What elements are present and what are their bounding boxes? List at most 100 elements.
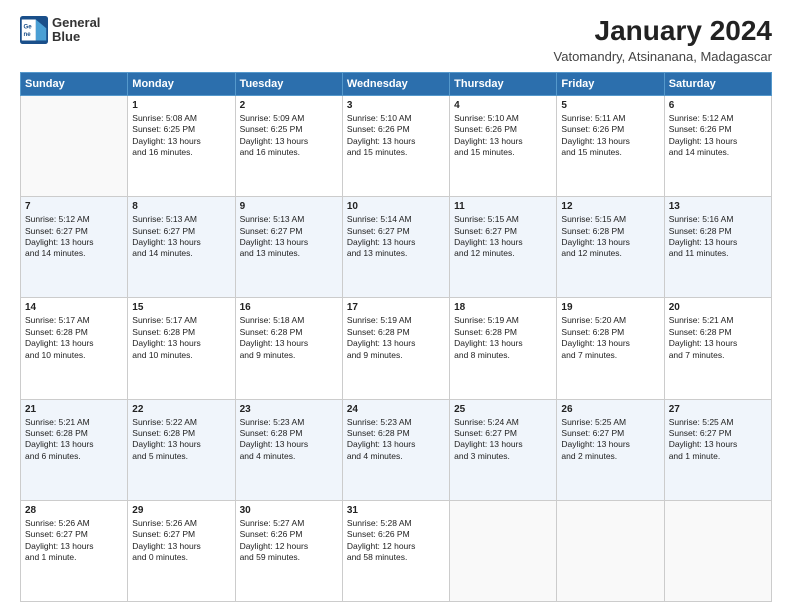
- calendar-cell: 29 Sunrise: 5:26 AM Sunset: 6:27 PM Dayli…: [128, 500, 235, 601]
- calendar-cell: 18 Sunrise: 5:19 AM Sunset: 6:28 PM Dayli…: [450, 298, 557, 399]
- day-info: Sunrise: 5:17 AM Sunset: 6:28 PM Dayligh…: [132, 315, 230, 361]
- day-number: 20: [669, 302, 767, 313]
- week-row-2: 7 Sunrise: 5:12 AM Sunset: 6:27 PM Daylig…: [21, 197, 772, 298]
- header-row: SundayMondayTuesdayWednesdayThursdayFrid…: [21, 72, 772, 95]
- day-info: Sunrise: 5:13 AM Sunset: 6:27 PM Dayligh…: [240, 214, 338, 260]
- calendar-cell: 9Sunrise: 5:13 AM Sunset: 6:27 PM Daylig…: [235, 197, 342, 298]
- day-info: Sunrise: 5:19 AM Sunset: 6:28 PM Dayligh…: [347, 315, 445, 361]
- day-info: Sunrise: 5:14 AM Sunset: 6:27 PM Dayligh…: [347, 214, 445, 260]
- calendar-cell: 16Sunrise: 5:18 AM Sunset: 6:28 PM Dayli…: [235, 298, 342, 399]
- week-row-5: 28 Sunrise: 5:26 AM Sunset: 6:27 PM Dayli…: [21, 500, 772, 601]
- day-number: 1: [132, 100, 230, 111]
- day-number: 25: [454, 404, 552, 415]
- svg-text:Ge: Ge: [24, 24, 33, 31]
- calendar-cell: 25 Sunrise: 5:24 AM Sunset: 6:27 PM Dayli…: [450, 399, 557, 500]
- col-header-monday: Monday: [128, 72, 235, 95]
- calendar-cell: 7 Sunrise: 5:12 AM Sunset: 6:27 PM Daylig…: [21, 197, 128, 298]
- day-info: Sunrise: 5:23 AM Sunset: 6:28 PM Dayligh…: [347, 417, 445, 463]
- day-number: 19: [561, 302, 659, 313]
- day-number: 6: [669, 100, 767, 111]
- page: Ge ne General Blue January 2024 Vatomand…: [0, 0, 792, 612]
- calendar-cell: 11Sunrise: 5:15 AM Sunset: 6:27 PM Dayli…: [450, 197, 557, 298]
- day-number: 30: [240, 505, 338, 516]
- day-number: 13: [669, 201, 767, 212]
- calendar-cell: 14 Sunrise: 5:17 AM Sunset: 6:28 PM Dayli…: [21, 298, 128, 399]
- day-info: Sunrise: 5:12 AM Sunset: 6:26 PM Dayligh…: [669, 113, 767, 159]
- day-info: Sunrise: 5:12 AM Sunset: 6:27 PM Dayligh…: [25, 214, 123, 260]
- calendar-cell: [557, 500, 664, 601]
- day-number: 28: [25, 505, 123, 516]
- day-info: Sunrise: 5:26 AM Sunset: 6:27 PM Dayligh…: [132, 518, 230, 564]
- calendar-cell: 17 Sunrise: 5:19 AM Sunset: 6:28 PM Dayli…: [342, 298, 449, 399]
- day-number: 29: [132, 505, 230, 516]
- day-number: 26: [561, 404, 659, 415]
- title-block: January 2024 Vatomandry, Atsinanana, Mad…: [554, 16, 772, 64]
- day-info: Sunrise: 5:25 AM Sunset: 6:27 PM Dayligh…: [561, 417, 659, 463]
- day-number: 23: [240, 404, 338, 415]
- day-number: 15: [132, 302, 230, 313]
- calendar-cell: 26 Sunrise: 5:25 AM Sunset: 6:27 PM Dayli…: [557, 399, 664, 500]
- header: Ge ne General Blue January 2024 Vatomand…: [20, 16, 772, 64]
- day-number: 18: [454, 302, 552, 313]
- calendar-cell: 13Sunrise: 5:16 AM Sunset: 6:28 PM Dayli…: [664, 197, 771, 298]
- col-header-saturday: Saturday: [664, 72, 771, 95]
- logo-icon: Ge ne: [20, 16, 48, 44]
- calendar-cell: 19 Sunrise: 5:20 AM Sunset: 6:28 PM Dayli…: [557, 298, 664, 399]
- day-number: 12: [561, 201, 659, 212]
- day-number: 11: [454, 201, 552, 212]
- day-info: Sunrise: 5:20 AM Sunset: 6:28 PM Dayligh…: [561, 315, 659, 361]
- calendar-cell: [664, 500, 771, 601]
- day-number: 8: [132, 201, 230, 212]
- logo-text: General Blue: [52, 16, 100, 45]
- day-info: Sunrise: 5:19 AM Sunset: 6:28 PM Dayligh…: [454, 315, 552, 361]
- logo-line1: General: [52, 16, 100, 30]
- calendar-cell: 30 Sunrise: 5:27 AM Sunset: 6:26 PM Dayli…: [235, 500, 342, 601]
- day-number: 24: [347, 404, 445, 415]
- calendar-cell: 6 Sunrise: 5:12 AM Sunset: 6:26 PM Daylig…: [664, 95, 771, 196]
- calendar-cell: 4Sunrise: 5:10 AM Sunset: 6:26 PM Daylig…: [450, 95, 557, 196]
- day-number: 7: [25, 201, 123, 212]
- calendar-cell: 12 Sunrise: 5:15 AM Sunset: 6:28 PM Dayli…: [557, 197, 664, 298]
- day-info: Sunrise: 5:18 AM Sunset: 6:28 PM Dayligh…: [240, 315, 338, 361]
- day-info: Sunrise: 5:22 AM Sunset: 6:28 PM Dayligh…: [132, 417, 230, 463]
- sub-title: Vatomandry, Atsinanana, Madagascar: [554, 49, 772, 64]
- calendar-cell: 8 Sunrise: 5:13 AM Sunset: 6:27 PM Daylig…: [128, 197, 235, 298]
- calendar-cell: 3 Sunrise: 5:10 AM Sunset: 6:26 PM Daylig…: [342, 95, 449, 196]
- calendar-cell: [21, 95, 128, 196]
- calendar-cell: 27Sunrise: 5:25 AM Sunset: 6:27 PM Dayli…: [664, 399, 771, 500]
- logo: Ge ne General Blue: [20, 16, 100, 45]
- calendar-cell: 24 Sunrise: 5:23 AM Sunset: 6:28 PM Dayli…: [342, 399, 449, 500]
- calendar-cell: [450, 500, 557, 601]
- week-row-4: 21Sunrise: 5:21 AM Sunset: 6:28 PM Dayli…: [21, 399, 772, 500]
- calendar-cell: 15 Sunrise: 5:17 AM Sunset: 6:28 PM Dayli…: [128, 298, 235, 399]
- col-header-thursday: Thursday: [450, 72, 557, 95]
- day-number: 2: [240, 100, 338, 111]
- week-row-3: 14 Sunrise: 5:17 AM Sunset: 6:28 PM Dayli…: [21, 298, 772, 399]
- calendar-cell: 22 Sunrise: 5:22 AM Sunset: 6:28 PM Dayli…: [128, 399, 235, 500]
- day-number: 17: [347, 302, 445, 313]
- day-number: 22: [132, 404, 230, 415]
- day-number: 3: [347, 100, 445, 111]
- day-info: Sunrise: 5:17 AM Sunset: 6:28 PM Dayligh…: [25, 315, 123, 361]
- col-header-wednesday: Wednesday: [342, 72, 449, 95]
- day-info: Sunrise: 5:10 AM Sunset: 6:26 PM Dayligh…: [347, 113, 445, 159]
- day-info: Sunrise: 5:24 AM Sunset: 6:27 PM Dayligh…: [454, 417, 552, 463]
- day-number: 14: [25, 302, 123, 313]
- calendar-cell: 20 Sunrise: 5:21 AM Sunset: 6:28 PM Dayli…: [664, 298, 771, 399]
- day-info: Sunrise: 5:21 AM Sunset: 6:28 PM Dayligh…: [669, 315, 767, 361]
- calendar-cell: 23Sunrise: 5:23 AM Sunset: 6:28 PM Dayli…: [235, 399, 342, 500]
- day-info: Sunrise: 5:15 AM Sunset: 6:28 PM Dayligh…: [561, 214, 659, 260]
- main-title: January 2024: [554, 16, 772, 47]
- day-info: Sunrise: 5:11 AM Sunset: 6:26 PM Dayligh…: [561, 113, 659, 159]
- calendar-cell: 5 Sunrise: 5:11 AM Sunset: 6:26 PM Daylig…: [557, 95, 664, 196]
- day-info: Sunrise: 5:27 AM Sunset: 6:26 PM Dayligh…: [240, 518, 338, 564]
- day-info: Sunrise: 5:25 AM Sunset: 6:27 PM Dayligh…: [669, 417, 767, 463]
- day-number: 5: [561, 100, 659, 111]
- calendar-cell: 10Sunrise: 5:14 AM Sunset: 6:27 PM Dayli…: [342, 197, 449, 298]
- day-info: Sunrise: 5:26 AM Sunset: 6:27 PM Dayligh…: [25, 518, 123, 564]
- day-info: Sunrise: 5:13 AM Sunset: 6:27 PM Dayligh…: [132, 214, 230, 260]
- logo-line2: Blue: [52, 30, 100, 44]
- day-info: Sunrise: 5:28 AM Sunset: 6:26 PM Dayligh…: [347, 518, 445, 564]
- col-header-sunday: Sunday: [21, 72, 128, 95]
- day-number: 4: [454, 100, 552, 111]
